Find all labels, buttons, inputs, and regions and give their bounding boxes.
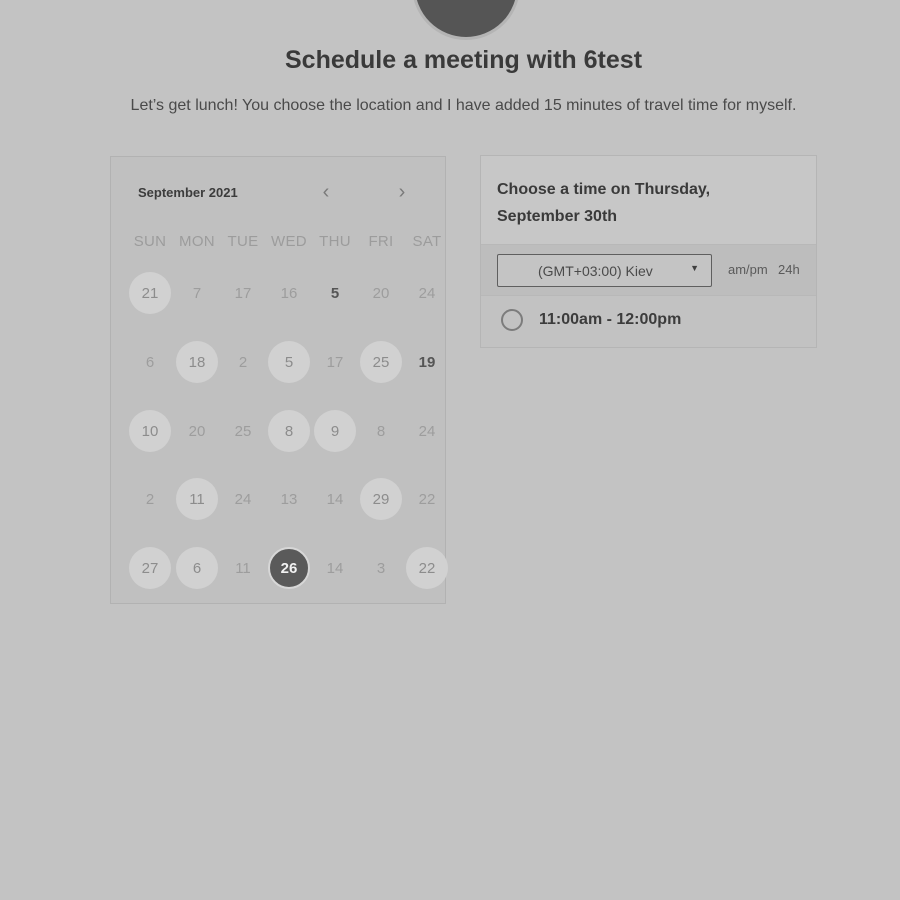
calendar-day: 7 <box>192 284 202 302</box>
timezone-value: (GMT+03:00) Kiev <box>538 263 653 279</box>
format-ampm-toggle[interactable]: am/pm <box>728 262 768 277</box>
calendar-day[interactable]: 10 <box>129 410 171 452</box>
calendar-day[interactable]: 22 <box>406 547 448 589</box>
calendar-day: 6 <box>145 353 155 371</box>
previous-month-button[interactable]: ‹ <box>314 181 338 204</box>
caret-down-icon: ▼ <box>690 263 699 273</box>
calendar-day: 2 <box>238 353 248 371</box>
calendar-day: 5 <box>330 284 340 302</box>
calendar-day[interactable]: 27 <box>129 547 171 589</box>
calendar-day[interactable]: 9 <box>314 410 356 452</box>
calendar-day: 16 <box>280 284 298 302</box>
host-avatar <box>412 0 520 40</box>
calendar-day[interactable]: 6 <box>176 547 218 589</box>
calendar-day[interactable]: 29 <box>360 478 402 520</box>
calendar-day: 2 <box>145 490 155 508</box>
calendar-day: 24 <box>418 422 436 440</box>
calendar-day-selected[interactable]: 26 <box>268 547 310 589</box>
calendar-day: 3 <box>376 559 386 577</box>
calendar-day[interactable]: 18 <box>176 341 218 383</box>
calendar-day: 13 <box>280 490 298 508</box>
calendar-day[interactable]: 11 <box>176 478 218 520</box>
chevron-left-icon: ‹ <box>322 181 330 203</box>
page-description: Let’s get lunch! You choose the location… <box>130 97 797 114</box>
calendar-day[interactable]: 8 <box>268 410 310 452</box>
weekday-header: SAT <box>412 233 442 250</box>
calendar-day: 14 <box>326 490 344 508</box>
radio-button[interactable] <box>501 309 523 331</box>
timezone-select[interactable]: (GMT+03:00) Kiev ▼ <box>497 254 712 287</box>
time-slot-option[interactable]: 11:00am - 12:00pm <box>481 296 816 346</box>
calendar-day: 24 <box>234 490 252 508</box>
weekday-header: THU <box>319 233 351 250</box>
calendar-day: 22 <box>418 490 436 508</box>
time-panel-heading: Choose a time on Thursday, September 30t… <box>497 181 711 225</box>
calendar-day: 24 <box>418 284 436 302</box>
weekday-header: MON <box>179 233 215 250</box>
calendar-day: 8 <box>376 422 386 440</box>
time-selection-panel: Choose a time on Thursday, September 30t… <box>480 155 817 348</box>
calendar-day: 20 <box>372 284 390 302</box>
weekday-header: FRI <box>368 233 394 250</box>
calendar-day[interactable]: 5 <box>268 341 310 383</box>
calendar-day: 20 <box>188 422 206 440</box>
next-month-button[interactable]: › <box>390 181 414 204</box>
timezone-row: (GMT+03:00) Kiev ▼ am/pm 24h <box>481 245 816 296</box>
format-24h-toggle[interactable]: 24h <box>778 262 800 277</box>
date-picker-calendar: September 2021 ‹ › SUN MON TUE WED THU FRI SAT… <box>110 156 448 604</box>
calendar-day: 11 <box>235 559 251 577</box>
calendar-day: 25 <box>234 422 252 440</box>
time-panel-header: Choose a time on Thursday, September 30t… <box>481 156 816 245</box>
calendar-day[interactable]: 21 <box>129 272 171 314</box>
calendar-day: 19 <box>418 353 436 371</box>
weekday-header: WED <box>271 233 307 250</box>
time-slot-label: 11:00am - 12:00pm <box>539 311 682 328</box>
page-title: Schedule a meeting with 6test <box>284 46 643 74</box>
calendar-day[interactable]: 25 <box>360 341 402 383</box>
calendar-day: 17 <box>234 284 252 302</box>
calendar-month-label: September 2021 <box>138 185 238 200</box>
weekday-header: TUE <box>227 233 259 250</box>
calendar-day: 14 <box>326 559 344 577</box>
chevron-right-icon: › <box>398 181 406 203</box>
calendar-day: 17 <box>326 353 344 371</box>
weekday-header: SUN <box>133 233 167 250</box>
